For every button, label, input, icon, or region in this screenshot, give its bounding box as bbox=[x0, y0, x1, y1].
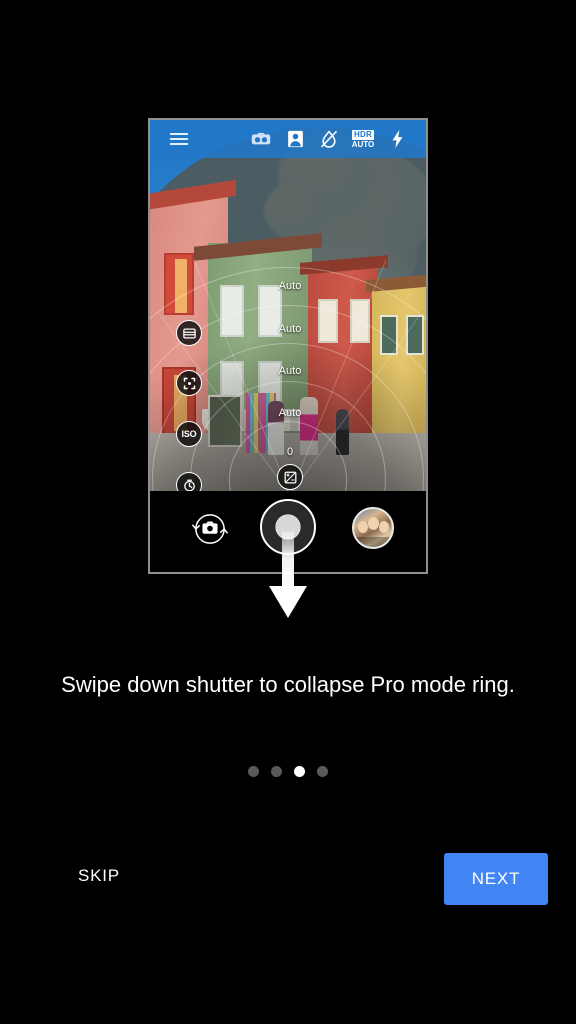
pro-value-shutter-speed: Auto bbox=[278, 407, 302, 419]
beautify-off-button[interactable] bbox=[312, 124, 346, 154]
camera-viewfinder: ISO Auto Auto Auto Auto 0 HDR AUTO bbox=[150, 120, 426, 495]
pro-control-focus[interactable] bbox=[176, 370, 202, 396]
white-balance-icon bbox=[182, 328, 196, 338]
pagination-dot-4[interactable] bbox=[317, 766, 328, 777]
beautify-off-icon bbox=[321, 130, 337, 148]
flash-icon bbox=[392, 129, 402, 149]
hdr-auto-icon: HDR AUTO bbox=[351, 129, 375, 149]
hamburger-menu-icon bbox=[169, 133, 189, 145]
scene-shop-window bbox=[208, 395, 242, 447]
gallery-thumbnail-button[interactable] bbox=[352, 507, 394, 549]
pro-control-iso[interactable]: ISO bbox=[176, 421, 202, 447]
switch-camera-icon bbox=[192, 514, 228, 544]
flash-button[interactable] bbox=[380, 124, 414, 154]
dual-camera-button[interactable] bbox=[244, 124, 278, 154]
pagination-dot-1[interactable] bbox=[248, 766, 259, 777]
pagination-dots bbox=[0, 766, 576, 777]
portrait-mode-button[interactable] bbox=[278, 124, 312, 154]
exposure-compensation-icon bbox=[284, 471, 296, 483]
pagination-dot-2[interactable] bbox=[271, 766, 282, 777]
next-button[interactable]: NEXT bbox=[444, 853, 548, 905]
hdr-auto-button[interactable]: HDR AUTO bbox=[346, 124, 380, 154]
scene-person bbox=[336, 409, 349, 455]
tutorial-caption: Swipe down shutter to collapse Pro mode … bbox=[61, 672, 515, 697]
swipe-down-gesture-hint bbox=[266, 532, 310, 624]
phone-preview-frame: ISO Auto Auto Auto Auto 0 HDR AUTO bbox=[148, 118, 428, 574]
hdr-label: HDR bbox=[352, 129, 374, 140]
pro-value-focus: Auto bbox=[278, 323, 302, 335]
pro-control-exposure-compensation[interactable] bbox=[277, 464, 303, 490]
scene-person bbox=[300, 397, 318, 455]
skip-button[interactable]: SKIP bbox=[78, 866, 120, 886]
swipe-down-arrow-icon bbox=[269, 532, 307, 618]
dual-camera-icon bbox=[251, 132, 271, 145]
iso-icon: ISO bbox=[181, 429, 197, 439]
pro-value-exposure: 0 bbox=[286, 446, 294, 458]
switch-camera-button[interactable] bbox=[188, 507, 232, 551]
pro-value-white-balance: Auto bbox=[278, 280, 302, 292]
hdr-mode-label: AUTO bbox=[351, 139, 375, 149]
pagination-dot-3-active[interactable] bbox=[294, 766, 305, 777]
hamburger-menu-button[interactable] bbox=[162, 124, 196, 154]
focus-icon bbox=[183, 377, 195, 389]
pro-value-iso: Auto bbox=[278, 365, 302, 377]
camera-topbar: HDR AUTO bbox=[150, 120, 426, 158]
pro-control-white-balance[interactable] bbox=[176, 320, 202, 346]
portrait-mode-icon bbox=[287, 130, 303, 148]
onboarding-screen: ISO Auto Auto Auto Auto 0 HDR AUTO Swipe… bbox=[0, 0, 576, 1024]
